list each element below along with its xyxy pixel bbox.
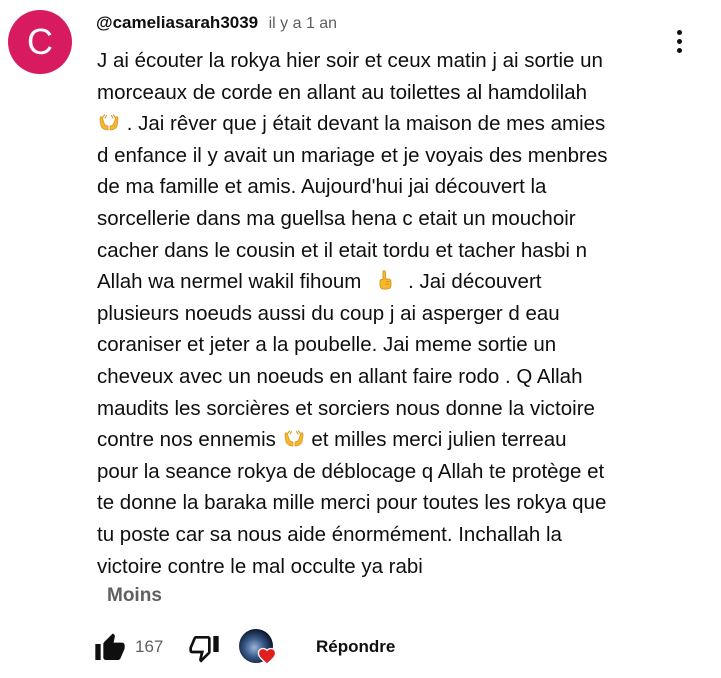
comment-line: coraniser et jeter a la poubelle. Jai me… [97,333,557,357]
menu-dot [676,29,682,35]
like-count: 167 [135,637,164,656]
comment-header: @cameliasarah3039 il y a 1 an [96,13,337,33]
comment-line: victoire contre le mal occulte ya rabi [97,554,423,578]
comment-line: contre nos ennemis et milles merci julie… [97,428,567,452]
heart-icon [257,647,277,665]
menu-dot [676,38,682,44]
comment-text: J ai écouter la rokya hier soir et ceux … [97,45,652,582]
comment-timestamp[interactable]: il y a 1 an [269,15,337,32]
comment-line: sorcellerie dans ma guellsa hena c etait… [97,206,576,230]
comment-line: pour la seance rokya de déblocage q Alla… [97,459,605,483]
more-vert-icon[interactable] [662,24,696,58]
comment-line: Allah wa nermel wakil fihoum . Jai décou… [97,270,542,294]
comment-line: maudits les sorcières et sorciers nous d… [97,396,595,420]
comment-line: . Jai rêver que j était devant la maison… [97,108,652,140]
palms-up-together-emoji-icon [99,114,119,131]
show-less-button[interactable]: Moins [107,585,162,607]
comment-line: te donne la baraka mille merci pour tout… [97,491,607,515]
creator-heart-badge[interactable] [239,629,277,665]
menu-dot [676,47,682,53]
comment-line: cheveux avec un noeuds en allant faire r… [97,364,583,388]
avatar-letter: C [27,21,53,62]
comment-line: cacher dans le cousin et il etait tordu … [97,238,588,262]
author-avatar[interactable]: C [8,10,72,74]
thumbs-up-filled-icon [95,633,125,660]
comment-line: d enfance il y avait un mariage et je vo… [97,143,608,167]
comment-line: tu poste car sa nous aide énormément. In… [97,522,562,546]
thumbs-down-outline-icon [189,636,219,663]
comment-action-bar: 167 Répondre [94,628,424,668]
thumbs-down-icon[interactable] [188,632,220,664]
comment-line: J ai écouter la rokya hier soir et ceux … [97,49,603,72]
reply-button[interactable]: Répondre [316,637,395,657]
comment-line: plusieurs noeuds aussi du coup j ai aspe… [97,301,560,325]
palms-up-together-emoji-icon [284,430,304,447]
index-pointing-up-emoji-icon [379,270,392,290]
comment-line: morceaux de corde en allant au toilettes… [97,80,588,104]
author-name[interactable]: @cameliasarah3039 [96,13,258,32]
comment-line: de ma famille et amis. Aujourd'hui jai d… [97,175,547,199]
thumbs-up-icon[interactable] [94,632,126,664]
